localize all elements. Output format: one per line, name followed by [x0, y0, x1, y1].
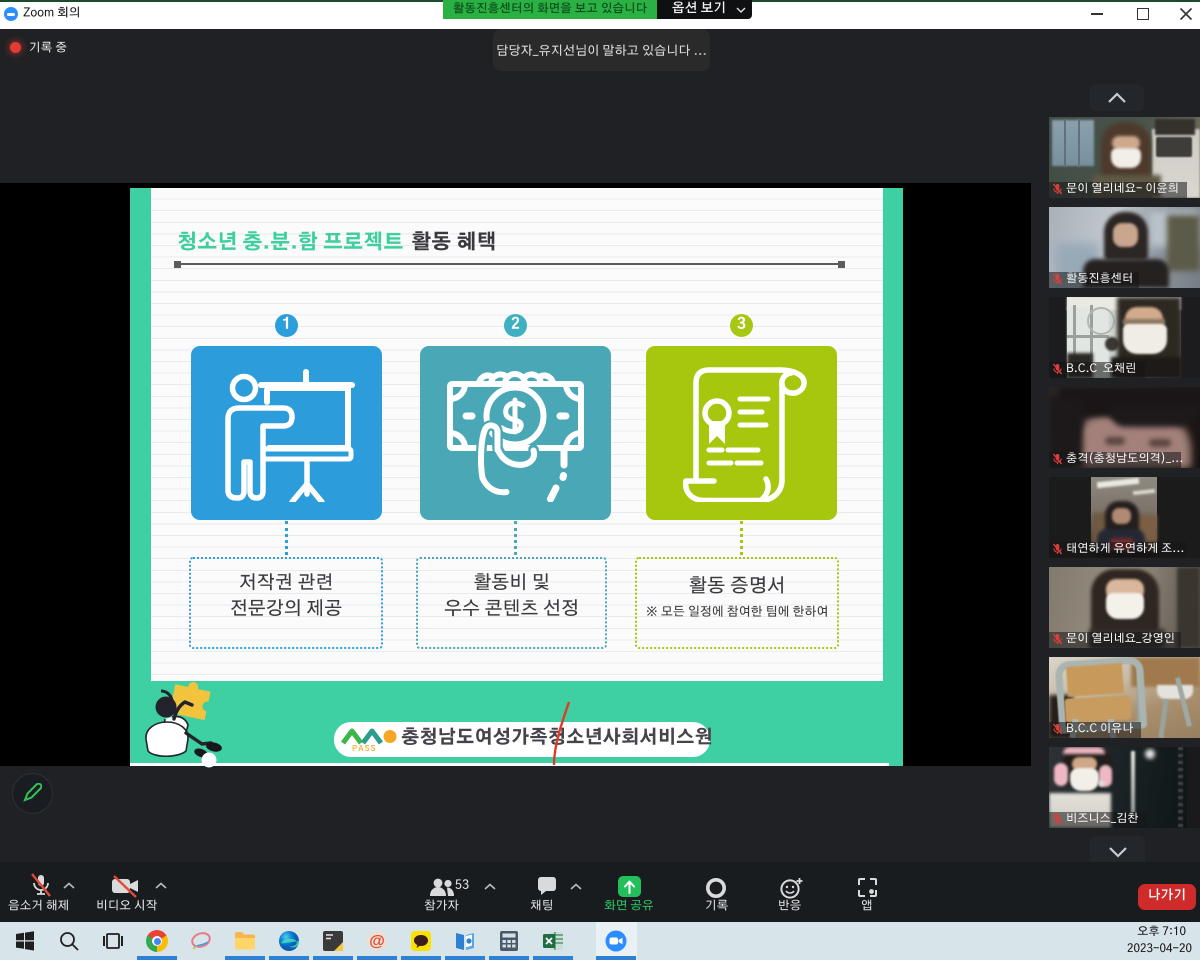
svg-text:@: @ — [369, 933, 385, 950]
